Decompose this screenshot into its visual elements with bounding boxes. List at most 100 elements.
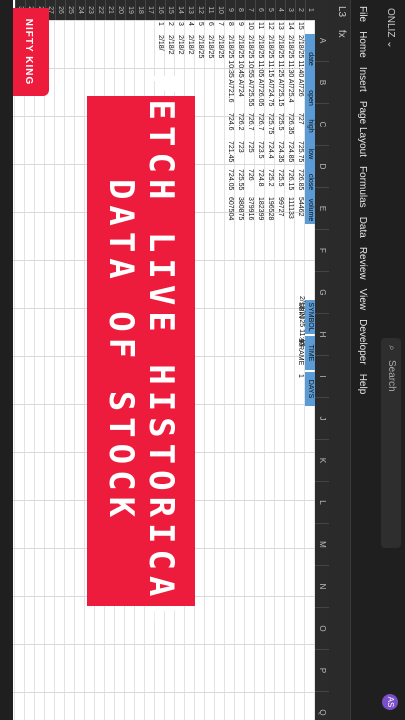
index-cell[interactable]: 2 <box>165 22 175 34</box>
table-cell[interactable]: 2/18/25 <box>195 35 205 85</box>
table-cell[interactable]: 723.5 <box>255 141 265 168</box>
table-cell[interactable]: 2/18/25 11:25 AM <box>275 35 285 85</box>
search-box[interactable]: ⌕ Search <box>381 338 401 548</box>
table-header-close[interactable]: close <box>305 168 315 196</box>
column-header-k[interactable]: K <box>315 440 329 482</box>
column-header-c[interactable]: C <box>315 104 329 146</box>
param-header-time-frame[interactable]: TIME FRAME <box>297 336 315 370</box>
ribbon-tab-insert[interactable]: Insert <box>358 67 369 92</box>
table-cell[interactable]: 54462 <box>295 197 305 224</box>
row-header[interactable]: 17 <box>145 0 155 20</box>
index-cell[interactable]: 3 <box>175 22 185 34</box>
table-header-date[interactable]: date <box>305 34 315 84</box>
table-cell[interactable]: 725.5 <box>275 113 285 140</box>
ribbon-tab-review[interactable]: Review <box>358 247 369 280</box>
row-header[interactable]: 18 <box>135 0 145 20</box>
row-header[interactable]: 3 <box>285 0 295 20</box>
table-cell[interactable]: 726.2 <box>235 113 245 140</box>
index-cell[interactable]: 11 <box>255 22 265 34</box>
row-header[interactable]: 5 <box>265 0 275 20</box>
table-cell[interactable]: 2/18/2 <box>185 35 195 85</box>
table-cell[interactable]: 2/18/25 11:30 AM <box>285 35 295 85</box>
index-cell[interactable]: 5 <box>195 22 205 34</box>
param-header-symbol[interactable]: SYMBOL <box>305 300 315 334</box>
ribbon-tab-data[interactable]: Data <box>358 217 369 238</box>
table-cell[interactable]: 196528 <box>265 197 275 224</box>
column-header-l[interactable]: L <box>315 482 329 524</box>
table-cell[interactable]: 725.2 <box>265 169 275 196</box>
table-cell[interactable]: 726.7 <box>255 113 265 140</box>
row-header[interactable]: 22 <box>95 0 105 20</box>
row-header[interactable]: 11 <box>205 0 215 20</box>
index-cell[interactable]: 10 <box>245 22 255 34</box>
table-cell[interactable]: 727 <box>295 113 305 140</box>
fx-icon[interactable]: fx <box>336 30 347 38</box>
table-cell[interactable]: 111133 <box>285 197 295 224</box>
column-header-q[interactable]: Q <box>315 692 329 720</box>
index-cell[interactable]: 15 <box>295 22 305 34</box>
table-cell[interactable]: 725.55 <box>235 169 245 196</box>
workbook-title[interactable]: ONLIZ ⌄ <box>385 8 396 49</box>
row-header[interactable]: 12 <box>195 0 205 20</box>
row-header[interactable]: 15 <box>165 0 175 20</box>
column-header-i[interactable]: I <box>315 356 329 398</box>
index-cell[interactable]: 6 <box>205 22 215 34</box>
table-cell[interactable]: 725 <box>245 141 255 168</box>
table-header-high[interactable]: high <box>305 112 315 140</box>
table-cell[interactable]: 379916 <box>245 197 255 224</box>
table-cell[interactable]: 725.5 <box>275 169 285 196</box>
index-cell[interactable]: 4 <box>185 22 195 34</box>
table-cell[interactable]: 726.05 <box>255 85 265 112</box>
table-header-volume[interactable]: volume <box>305 196 315 224</box>
row-header[interactable]: 20 <box>115 0 125 20</box>
table-cell[interactable]: 725.75 <box>265 113 275 140</box>
table-header-open[interactable]: open <box>305 84 315 112</box>
table-cell[interactable]: 721.6 <box>225 85 235 112</box>
row-header[interactable]: 6 <box>255 0 265 20</box>
table-cell[interactable]: 726 <box>295 85 305 112</box>
timestamp-cell[interactable]: 2/18/2025 11:47 <box>298 296 305 346</box>
table-cell[interactable]: 725.15 <box>275 85 285 112</box>
select-all-corner[interactable] <box>315 0 329 20</box>
index-cell[interactable]: 7 <box>215 22 225 34</box>
ribbon-tab-developer[interactable]: Developer <box>358 319 369 365</box>
table-cell[interactable]: 726.85 <box>295 169 305 196</box>
ribbon-tab-help[interactable]: Help <box>358 374 369 395</box>
table-cell[interactable]: 2/18/25 10:55 AM <box>245 35 255 85</box>
index-cell[interactable]: 14 <box>285 22 295 34</box>
table-cell[interactable]: 2/18/25 11:40 AM <box>295 35 305 85</box>
ribbon-tab-view[interactable]: View <box>358 289 369 311</box>
avatar[interactable]: AS <box>382 694 398 710</box>
table-cell[interactable]: 724.8 <box>255 169 265 196</box>
table-cell[interactable]: 726 <box>245 169 255 196</box>
table-header-low[interactable]: low <box>305 140 315 168</box>
row-header[interactable]: 23 <box>85 0 95 20</box>
row-header[interactable]: 19 <box>125 0 135 20</box>
column-header-e[interactable]: E <box>315 188 329 230</box>
index-cell[interactable]: 9 <box>235 22 245 34</box>
table-cell[interactable]: 2/18/25 <box>205 35 215 85</box>
index-cell[interactable]: 12 <box>265 22 275 34</box>
row-header[interactable]: 14 <box>175 0 185 20</box>
column-header-f[interactable]: F <box>315 230 329 272</box>
row-header[interactable]: 26 <box>55 0 65 20</box>
index-cell[interactable]: 13 <box>275 22 285 34</box>
table-cell[interactable]: 2/18/25 11:05 AM <box>255 35 265 85</box>
table-cell[interactable]: 2/18/25 10:45 AM <box>235 35 245 85</box>
table-cell[interactable]: 2/18/25 <box>215 35 225 85</box>
table-cell[interactable]: 182399 <box>255 197 265 224</box>
table-cell[interactable]: 2/18/25 11:15 AM <box>265 35 275 85</box>
table-cell[interactable]: 2/18/25 10:35 AM <box>225 35 235 85</box>
table-cell[interactable]: 726.7 <box>245 113 255 140</box>
ribbon-tab-file[interactable]: File <box>358 6 369 22</box>
table-cell[interactable]: 99727 <box>275 197 285 224</box>
table-cell[interactable]: 724.05 <box>225 169 235 196</box>
table-cell[interactable]: 726.35 <box>285 113 295 140</box>
row-header[interactable]: 13 <box>185 0 195 20</box>
row-header[interactable]: 9 <box>225 0 235 20</box>
column-header-b[interactable]: B <box>315 62 329 104</box>
name-box[interactable]: L3 <box>336 6 347 17</box>
table-cell[interactable]: 725.75 <box>295 141 305 168</box>
column-header-j[interactable]: J <box>315 398 329 440</box>
column-header-m[interactable]: M <box>315 524 329 566</box>
